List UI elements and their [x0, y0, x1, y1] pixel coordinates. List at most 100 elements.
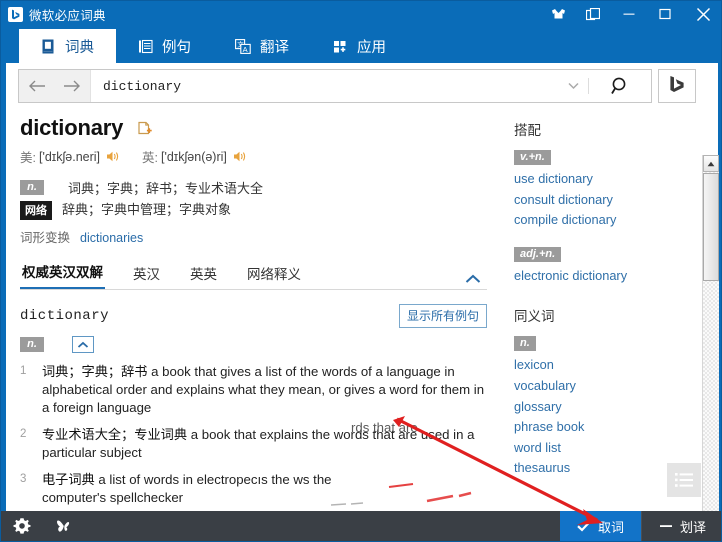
- dash-icon: [659, 520, 673, 532]
- definition-cn: 词典；字典；辞书: [42, 364, 148, 379]
- subtab-web-definition[interactable]: 网络释义: [245, 263, 303, 289]
- scrollbar-track[interactable]: [703, 172, 719, 541]
- sense-text: 词典；字典；辞书；专业术语大全: [68, 181, 264, 196]
- inflection-value[interactable]: dictionaries: [80, 231, 143, 245]
- synonym-link[interactable]: phrase book: [514, 417, 718, 438]
- headword-row: dictionary: [20, 115, 487, 141]
- sidebar-section-title-synonym: 同义词: [514, 309, 555, 325]
- collocation-link[interactable]: compile dictionary: [514, 210, 718, 231]
- definition-tab-bar: 权威英汉双解 英汉 英英 网络释义: [20, 260, 487, 290]
- status-bar: 取词 划译: [1, 511, 721, 541]
- definition-number: 1: [20, 365, 27, 377]
- definition-word: dictionary: [20, 308, 110, 324]
- back-arrow-icon[interactable]: [27, 79, 47, 93]
- chevron-up-icon[interactable]: [465, 274, 481, 284]
- definition-en-tail: computer's spellchecker: [42, 490, 184, 505]
- pos-tag: n.: [20, 337, 44, 352]
- phonetic-lang: 美:: [20, 151, 36, 165]
- window-controls: [541, 1, 721, 27]
- add-to-wordbook-icon[interactable]: [137, 120, 153, 136]
- main-tab-bar: 词典 例句 文 A: [1, 27, 721, 63]
- window-mode-icon[interactable]: [575, 1, 611, 27]
- app-window: 微软必应词典 词典 例句 A 翻译 应用 dictionary dictiona…: [0, 0, 722, 542]
- phonetic-us: 美: ['dɪkʃə.neri]: [20, 147, 120, 166]
- vertical-scrollbar[interactable]: [702, 155, 719, 541]
- skin-icon[interactable]: [541, 1, 575, 27]
- scrollbar-thumb[interactable]: [703, 173, 719, 281]
- sense-row: n. 词典；字典；辞书；专业术语大全: [20, 180, 487, 197]
- collocation-link[interactable]: electronic dictionary: [514, 266, 718, 287]
- chevron-up-icon[interactable]: [72, 336, 94, 353]
- collocation-tag-vn: v.+n.: [514, 150, 551, 165]
- sidebar-section-title-collocation: 搭配: [514, 123, 541, 138]
- subtab-authoritative[interactable]: 权威英汉双解: [20, 261, 105, 289]
- forward-arrow-icon[interactable]: [62, 79, 82, 93]
- synonym-link[interactable]: glossary: [514, 397, 718, 418]
- window-title: 微软必应词典: [29, 8, 106, 23]
- apps-grid-icon: [333, 39, 348, 54]
- definition-header: dictionary 显示所有例句: [20, 304, 487, 328]
- tab-apps[interactable]: 应用: [311, 29, 408, 63]
- magnifier-icon[interactable]: [589, 70, 651, 102]
- sense-text: 辞典；字典中管理；字典对象: [62, 202, 232, 217]
- bing-logo-icon: [667, 74, 687, 99]
- phonetic-lang: 英:: [142, 151, 158, 165]
- definition-cn: 专业术语大全；专业词典: [42, 427, 188, 442]
- svg-text:A: A: [243, 44, 248, 53]
- toggle-selection-translate[interactable]: 划译: [640, 511, 721, 541]
- toggle-word-capture[interactable]: 取词: [559, 511, 641, 541]
- synonym-tag-n: n.: [514, 336, 536, 352]
- tab-label: 例句: [162, 39, 191, 56]
- bullet-list-icon[interactable]: [667, 463, 701, 497]
- dictionary-pane: dictionary 美: ['dɪkʃə.neri] 英: ['dɪkʃən(…: [6, 109, 501, 515]
- definition-item: 3 电子词典 a list of words in electropecıs t…: [20, 471, 487, 507]
- subtab-en-en[interactable]: 英英: [188, 263, 219, 289]
- search-row: [18, 69, 696, 103]
- collocation-link[interactable]: use dictionary: [514, 169, 718, 190]
- synonym-link[interactable]: lexicon: [514, 355, 718, 376]
- speaker-icon[interactable]: [106, 150, 120, 163]
- show-all-examples-button[interactable]: 显示所有例句: [398, 304, 487, 328]
- tab-label: 词典: [65, 39, 94, 56]
- tab-dictionary[interactable]: 词典: [19, 29, 116, 63]
- chevron-down-icon[interactable]: [558, 70, 588, 102]
- minimize-icon[interactable]: [611, 1, 647, 27]
- inflection-row: 词形变换 dictionaries: [20, 227, 487, 246]
- scroll-up-arrow-icon[interactable]: [703, 155, 719, 172]
- toggle-label: 划译: [679, 519, 706, 535]
- synonym-link[interactable]: vocabulary: [514, 376, 718, 397]
- collocation-link[interactable]: consult dictionary: [514, 190, 718, 211]
- search-input[interactable]: [91, 70, 558, 102]
- subtab-en-cn[interactable]: 英汉: [131, 263, 162, 289]
- definition-en-artifact: a list of words in electropecıs the ws t…: [98, 472, 332, 487]
- gear-icon[interactable]: [1, 511, 43, 541]
- tab-example-sentences[interactable]: 例句: [116, 29, 213, 63]
- toggle-label: 取词: [597, 519, 624, 535]
- pos-tag: n.: [20, 180, 44, 195]
- definition-item: 2 专业术语大全；专业词典 a book that explains the w…: [20, 426, 487, 462]
- check-icon: [577, 520, 591, 532]
- bing-search-button[interactable]: [658, 69, 696, 103]
- speaker-icon[interactable]: [233, 150, 247, 163]
- navigation-buttons: [19, 70, 91, 102]
- tab-label: 应用: [357, 39, 386, 56]
- definition-list: 1 词典；字典；辞书 a book that gives a list of t…: [20, 363, 487, 507]
- sidebar-pane: 搭配 v.+n. use dictionary consult dictiona…: [501, 109, 718, 515]
- tab-translate[interactable]: 文 A 翻译: [213, 29, 311, 63]
- headword: dictionary: [20, 115, 124, 140]
- butterfly-icon[interactable]: [43, 511, 85, 541]
- network-tag: 网络: [20, 201, 52, 220]
- synonym-link[interactable]: word list: [514, 438, 718, 459]
- maximize-icon[interactable]: [647, 1, 683, 27]
- bing-logo-icon: [8, 6, 23, 22]
- close-icon[interactable]: [683, 1, 721, 27]
- translate-icon: 文 A: [235, 38, 251, 54]
- title-bar: 微软必应词典: [1, 1, 721, 27]
- book-icon: [41, 39, 56, 54]
- inflection-label: 词形变换: [20, 231, 71, 245]
- definition-pos-line: n.: [20, 336, 487, 353]
- sense-summary: n. 词典；字典；辞书；专业术语大全 网络 辞典；字典中管理；字典对象 词形变换…: [20, 180, 487, 246]
- definition-number: 3: [20, 473, 27, 485]
